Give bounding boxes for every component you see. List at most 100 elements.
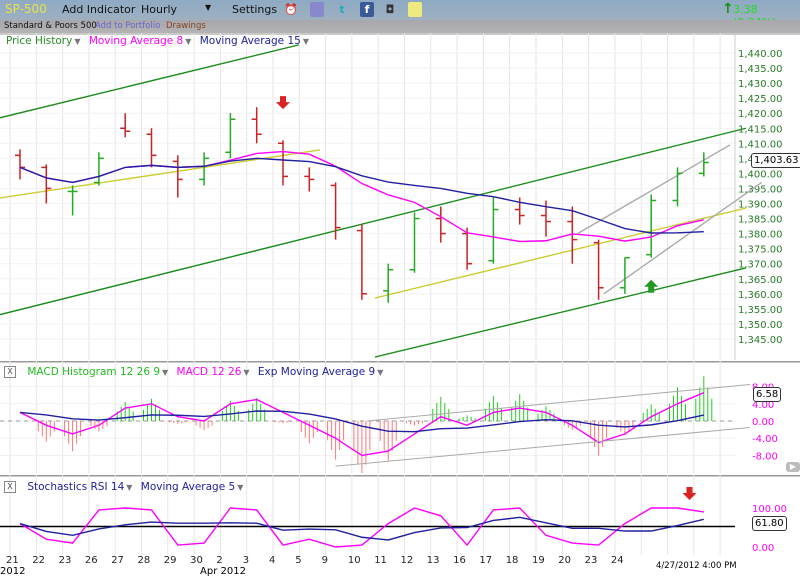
up-arrow-icon: [644, 279, 659, 293]
price-axis-label: 1,350.00: [738, 320, 783, 331]
dropdown-icon[interactable]: ▼: [185, 37, 191, 46]
price-axis-label: 1,380.00: [738, 230, 783, 241]
macd-axis-label: -4.00: [752, 434, 778, 445]
date-label: 9: [321, 555, 328, 566]
scroll-right-button[interactable]: ▶: [786, 462, 800, 472]
trendline: [0, 127, 747, 316]
add-indicator-button[interactable]: Add Indicator: [62, 3, 135, 16]
settings-button[interactable]: Settings: [232, 3, 277, 16]
year-label: 2012: [0, 566, 26, 577]
price-axis-label: 1,365.00: [738, 275, 783, 286]
macd-value-badge: 6.58: [753, 387, 782, 402]
price-axis-label: 1,385.00: [738, 215, 783, 226]
date-label: 18: [505, 555, 519, 566]
dropdown-icon[interactable]: ▼: [303, 37, 309, 46]
trendline: [0, 149, 320, 199]
timestamp: 4/27/2012 4:00 PM: [656, 561, 737, 571]
date-label: 29: [163, 555, 177, 566]
stoch-axis-label: 100.00: [752, 504, 787, 515]
legend-ma8[interactable]: Moving Average 8: [89, 35, 183, 47]
ma15-line: [19, 157, 704, 234]
dropdown-icon[interactable]: ▼: [243, 368, 249, 377]
price-chart[interactable]: 1,440.00 1,435.00 1,430.00 1,425.00 1,420.00…: [0, 33, 800, 360]
dropdown-icon[interactable]: ▼: [237, 483, 243, 492]
date-label: 3: [242, 555, 250, 566]
drawings-link[interactable]: Drawings: [166, 21, 206, 31]
add-to-portfolio-link[interactable]: Add to Portfolio: [95, 21, 160, 31]
date-label: 23: [584, 555, 598, 566]
legend-ma5[interactable]: Moving Average 5: [141, 481, 235, 493]
alarm-clock-icon[interactable]: ⏰: [284, 2, 298, 17]
date-label: 26: [84, 555, 98, 566]
price-axis-label: 1,410.00: [738, 139, 783, 150]
date-label: 13: [426, 555, 440, 566]
date-label: 19: [532, 555, 545, 566]
month-label: Apr 2012: [200, 566, 246, 577]
date-label: 21: [6, 555, 19, 566]
trendline: [0, 44, 299, 119]
instrument-name: Standard & Poors 500: [4, 21, 97, 31]
close-stoch-button[interactable]: X: [4, 481, 16, 493]
note-icon[interactable]: [408, 2, 422, 17]
legend-macd-histogram[interactable]: MACD Histogram 12 26 9: [27, 366, 160, 378]
date-label: 28: [137, 555, 151, 566]
price-axis-label: 1,400.00: [738, 169, 783, 180]
price-axis-label: 1,435.00: [738, 64, 783, 75]
date-label: 2: [216, 555, 223, 566]
date-label: 10: [347, 555, 361, 566]
symbol-label[interactable]: SP-500: [5, 2, 47, 16]
interval-dropdown-icon[interactable]: ▼: [205, 3, 211, 12]
date-label: 24: [610, 555, 624, 566]
database-icon[interactable]: [310, 2, 324, 17]
date-label: 27: [111, 555, 124, 566]
legend-ma15[interactable]: Moving Average 15: [200, 35, 301, 47]
date-label: 30: [190, 555, 203, 566]
price-axis-label: 1,360.00: [738, 290, 783, 301]
price-axis-label: 1,425.00: [738, 94, 783, 105]
price-axis-label: 1,420.00: [738, 109, 783, 120]
price-axis-label: 1,440.00: [738, 49, 783, 60]
price-axis-label: 1,370.00: [738, 260, 783, 271]
trendline: [367, 383, 751, 422]
dropdown-icon[interactable]: ▼: [74, 37, 80, 46]
macd-legend: X MACD Histogram 12 26 9 ▼ MACD 12 26 ▼ Ex…: [4, 366, 388, 378]
price-axis-label: 1,355.00: [738, 305, 783, 316]
stoch-ma-line: [19, 516, 704, 541]
stoch-rsi-line: [19, 507, 704, 548]
dropdown-icon[interactable]: ▼: [377, 368, 383, 377]
date-label: 11: [374, 555, 387, 566]
date-label: 12: [400, 555, 414, 566]
macd-axis-label: 0.00: [752, 417, 774, 428]
date-label: 17: [479, 555, 493, 566]
twitter-icon[interactable]: t: [335, 2, 349, 17]
date-label: 20: [558, 555, 572, 566]
dropdown-icon[interactable]: ▼: [162, 368, 168, 377]
interval-select[interactable]: Hourly: [141, 3, 177, 16]
dropdown-icon[interactable]: ▼: [126, 483, 132, 492]
price-axis-label: 1,415.00: [738, 124, 783, 135]
up-arrow-icon: ↑: [722, 1, 734, 17]
last-price-badge: 1,403.63: [751, 153, 800, 168]
legend-macd[interactable]: MACD 12 26: [177, 366, 242, 378]
camera-icon[interactable]: ◘: [383, 2, 397, 17]
legend-stoch-rsi[interactable]: Stochastics RSI 14: [27, 481, 124, 493]
price-axis-label: 1,375.00: [738, 245, 783, 256]
date-label: 5: [295, 555, 302, 566]
facebook-icon[interactable]: f: [360, 2, 374, 17]
price-axis-label: 1,345.00: [738, 335, 783, 346]
stoch-axis-label: 0.00: [752, 543, 774, 554]
date-label: 22: [32, 555, 46, 566]
date-label: 4: [269, 555, 276, 566]
toolbar: SP-500 Add Indicator Hourly ▼ Settings ⏰…: [0, 0, 800, 29]
trendline: [335, 426, 751, 467]
stoch-value-badge: 61.80: [752, 516, 787, 531]
price-legend: Price History ▼ Moving Average 8 ▼ Moving …: [6, 35, 314, 47]
close-macd-button[interactable]: X: [4, 366, 16, 378]
date-label: 23: [58, 555, 72, 566]
date-label: 16: [453, 555, 466, 566]
macd-axis-label: -8.00: [752, 451, 778, 462]
down-arrow-icon: [682, 487, 697, 500]
stoch-legend: X Stochastics RSI 14 ▼ Moving Average 5 ▼: [4, 481, 248, 493]
legend-price-history[interactable]: Price History: [6, 35, 72, 47]
legend-ema9[interactable]: Exp Moving Average 9: [258, 366, 375, 378]
